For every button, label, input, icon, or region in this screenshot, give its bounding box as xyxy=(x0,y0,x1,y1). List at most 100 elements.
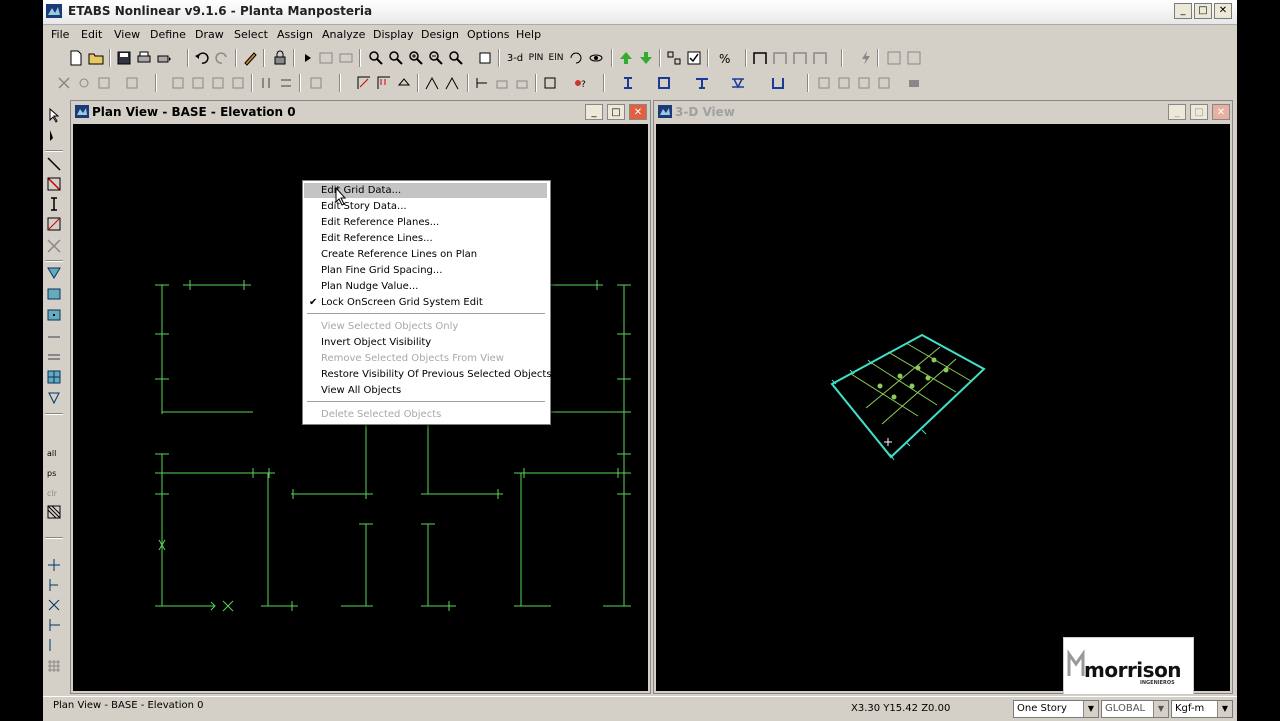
percent-button[interactable]: % xyxy=(713,49,739,67)
wall-design-button[interactable] xyxy=(765,74,791,92)
show-deformed-button[interactable] xyxy=(811,49,829,67)
menu-define[interactable]: Define xyxy=(150,28,186,41)
steel-design-button[interactable] xyxy=(651,74,677,92)
print-button[interactable] xyxy=(135,49,153,67)
move-down-button[interactable] xyxy=(637,49,655,67)
show-undeformed-button[interactable] xyxy=(355,74,373,92)
plan-view-close-button[interactable]: ✕ xyxy=(629,104,647,120)
draw-ramp-button[interactable] xyxy=(45,389,63,407)
print-tables-button[interactable] xyxy=(155,49,173,67)
show-mode-shape-button[interactable] xyxy=(443,74,461,92)
detailing-button[interactable] xyxy=(815,74,833,92)
show-joint-loads-button[interactable] xyxy=(395,74,413,92)
draw-rectangle-button[interactable] xyxy=(45,285,63,303)
menu-display[interactable]: Display xyxy=(373,28,414,41)
snap-to-lines-button[interactable] xyxy=(45,636,63,654)
restore-view-button[interactable] xyxy=(387,49,405,67)
snap-to-intersections-button[interactable] xyxy=(45,596,63,614)
draw-brace-button[interactable] xyxy=(45,215,63,233)
snap-to-ends-button[interactable] xyxy=(45,576,63,594)
output-button[interactable] xyxy=(901,74,927,92)
draw-walls-button[interactable] xyxy=(45,328,63,346)
lock-unlock-button[interactable] xyxy=(317,49,335,67)
run-steps-button[interactable] xyxy=(337,49,355,67)
plan-view-maximize-button[interactable]: □ xyxy=(607,104,625,120)
3d-view-canvas[interactable] xyxy=(656,124,1230,691)
rotate-3d-button[interactable] xyxy=(567,49,585,67)
coord-system-select[interactable]: GLOBAL ▼ xyxy=(1101,700,1169,718)
show-energy-button[interactable] xyxy=(905,49,923,67)
plan-view-canvas[interactable]: Edit Grid Data... Edit Story Data... Edi… xyxy=(73,124,648,691)
snap-to-fine-grid-button[interactable] xyxy=(45,657,63,675)
show-member-forces-button[interactable] xyxy=(473,74,491,92)
concrete-design-button[interactable] xyxy=(615,74,641,92)
intersect-select-button[interactable] xyxy=(45,503,63,521)
lock-button[interactable] xyxy=(271,49,289,67)
snap-points-button[interactable] xyxy=(75,74,93,92)
menu-draw[interactable]: Draw xyxy=(195,28,224,41)
3d-view-maximize-button[interactable]: □ xyxy=(1190,104,1208,120)
zoom-window-button[interactable] xyxy=(367,49,385,67)
draw-area-button[interactable] xyxy=(45,264,63,282)
assign-pier-button[interactable] xyxy=(257,74,275,92)
show-loads-button[interactable] xyxy=(375,74,393,92)
draw-secondary-beams-button[interactable] xyxy=(45,237,63,255)
view-3d-button[interactable]: 3-d xyxy=(504,49,526,67)
show-pier-forces-button[interactable] xyxy=(513,74,531,92)
show-graph-button[interactable] xyxy=(885,49,903,67)
ctx-plan-nudge-value[interactable]: Plan Nudge Value... xyxy=(304,279,547,294)
show-frames-button[interactable] xyxy=(751,49,769,67)
move-joint-button[interactable] xyxy=(55,74,73,92)
menu-design[interactable]: Design xyxy=(421,28,459,41)
redo-button[interactable] xyxy=(213,49,231,67)
perspective-button[interactable] xyxy=(587,49,605,67)
zoom-in-button[interactable] xyxy=(407,49,425,67)
minimize-button[interactable]: _ xyxy=(1174,3,1192,19)
set-display-options-button[interactable] xyxy=(685,49,703,67)
draw-lines-region-button[interactable] xyxy=(45,175,63,193)
refresh-button[interactable] xyxy=(241,49,259,67)
elevation-view-button[interactable]: ElN xyxy=(547,49,565,67)
assign-slab-button[interactable] xyxy=(229,74,247,92)
menu-help[interactable]: Help xyxy=(516,28,541,41)
snap-options-button[interactable] xyxy=(123,74,141,92)
menu-assign[interactable]: Assign xyxy=(277,28,313,41)
show-reactions-button[interactable] xyxy=(857,49,875,67)
zoom-extents-button[interactable] xyxy=(447,49,465,67)
ctx-view-all-objects[interactable]: View All Objects xyxy=(304,383,547,398)
draw-column-button[interactable] xyxy=(45,195,63,213)
assign-spandrel-button[interactable] xyxy=(277,74,295,92)
create-walls-button[interactable] xyxy=(45,348,63,366)
reinforcement-button[interactable] xyxy=(835,74,853,92)
menu-view[interactable]: View xyxy=(114,28,140,41)
assign-wall-button[interactable] xyxy=(209,74,227,92)
show-shell-forces-button[interactable] xyxy=(493,74,511,92)
assign-section-button[interactable] xyxy=(189,74,207,92)
save-button[interactable] xyxy=(115,49,133,67)
draw-area-click-button[interactable] xyxy=(45,306,63,324)
ctx-edit-reference-lines[interactable]: Edit Reference Lines... xyxy=(304,231,547,246)
ctx-create-reference-lines[interactable]: Create Reference Lines on Plan xyxy=(304,247,547,262)
ctx-lock-onscreen-grid[interactable]: ✔ Lock OnScreen Grid System Edit xyxy=(304,295,547,310)
menu-options[interactable]: Options xyxy=(467,28,509,41)
show-frame-forces-button[interactable] xyxy=(771,49,789,67)
previous-selection-button[interactable]: ps xyxy=(45,463,63,481)
ctx-restore-visibility[interactable]: Restore Visibility Of Previous Selected … xyxy=(304,367,552,382)
show-energy-diagram-button[interactable] xyxy=(541,74,559,92)
draw-openings-button[interactable] xyxy=(45,368,63,386)
ctx-plan-fine-grid-spacing[interactable]: Plan Fine Grid Spacing... xyxy=(304,263,547,278)
ctx-invert-visibility[interactable]: Invert Object Visibility xyxy=(304,335,547,350)
select-all-button[interactable]: all xyxy=(45,443,63,461)
undo-button[interactable] xyxy=(193,49,211,67)
3d-view-close-button[interactable]: ✕ xyxy=(1212,104,1230,120)
3d-view-minimize-button[interactable]: _ xyxy=(1168,104,1186,120)
pan-button[interactable] xyxy=(476,49,494,67)
menu-edit[interactable]: Edit xyxy=(81,28,102,41)
assign-loads-button[interactable] xyxy=(307,74,325,92)
show-hinges-button[interactable]: ? xyxy=(567,74,593,92)
story-select[interactable]: One Story ▼ xyxy=(1013,700,1099,718)
close-button[interactable]: ✕ xyxy=(1214,3,1232,19)
maximize-button[interactable]: □ xyxy=(1194,3,1212,19)
open-button[interactable] xyxy=(87,49,105,67)
show-deformed-shape-button[interactable] xyxy=(423,74,441,92)
